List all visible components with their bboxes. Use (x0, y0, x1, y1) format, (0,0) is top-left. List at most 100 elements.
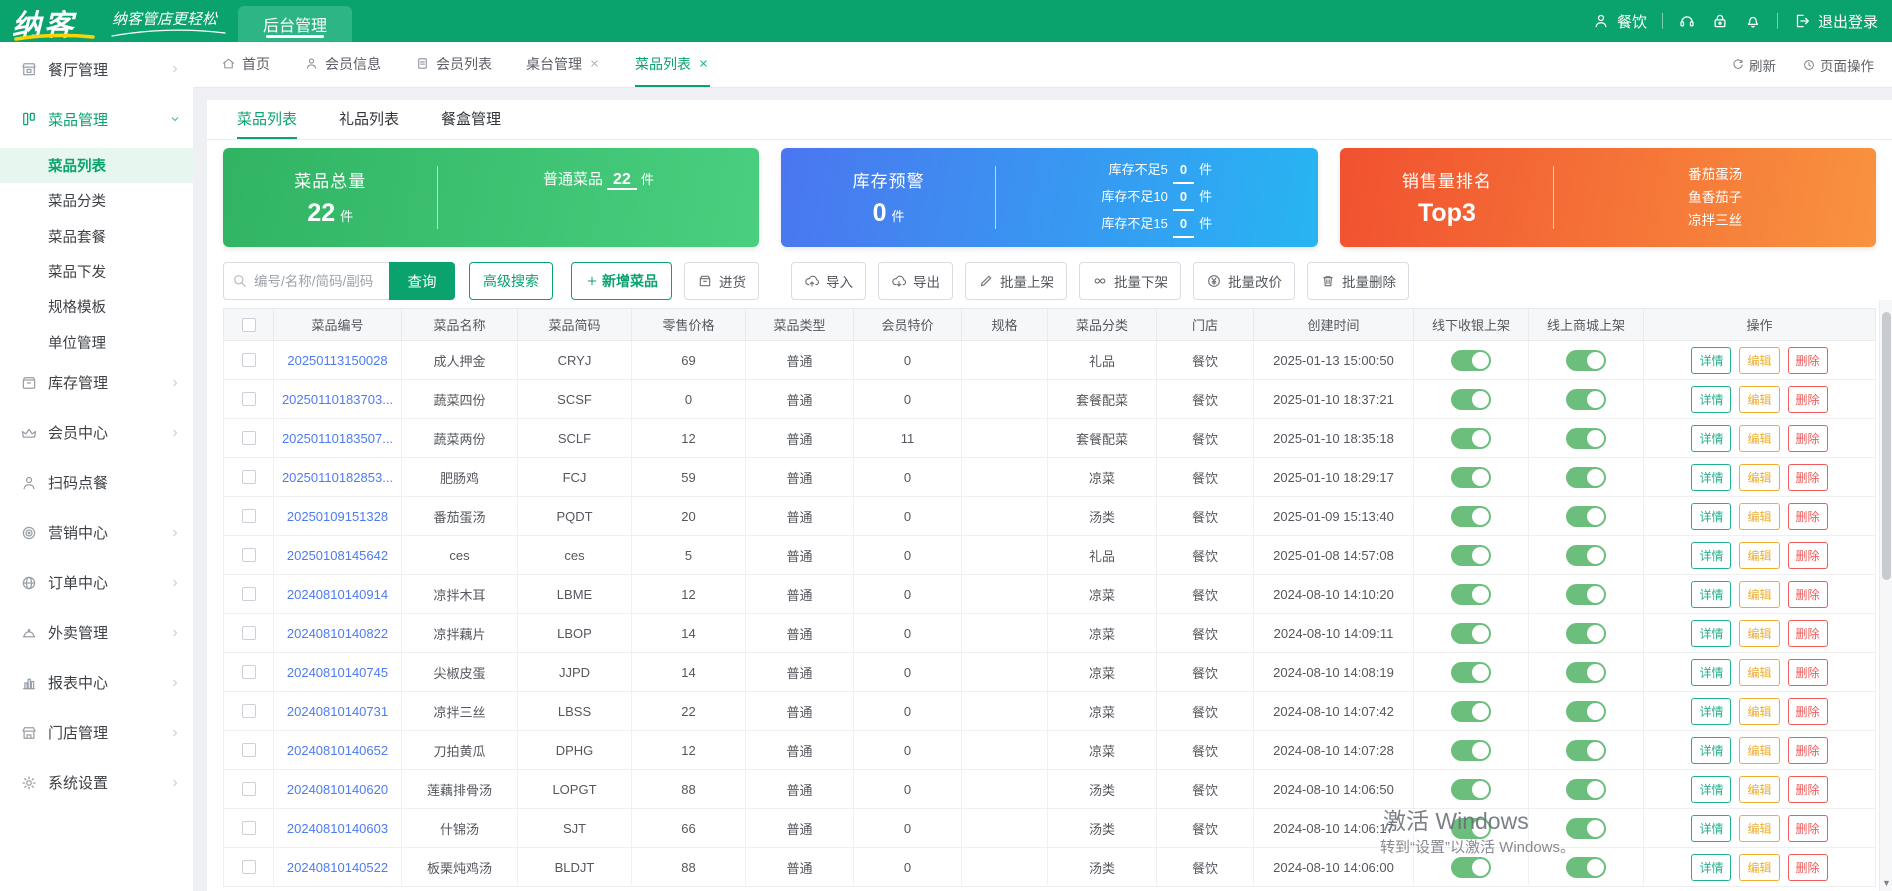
delete-button[interactable]: 删除 (1787, 385, 1828, 413)
pos-toggle[interactable] (1451, 388, 1491, 410)
delete-button[interactable]: 删除 (1787, 736, 1828, 764)
delete-button[interactable]: 删除 (1787, 853, 1828, 881)
edit-button[interactable]: 编辑 (1739, 658, 1780, 686)
breadcrumb-item-菜品列表[interactable]: 菜品列表 (635, 42, 710, 87)
mall-toggle[interactable] (1566, 856, 1606, 878)
sidebar-subitem-规格模板[interactable]: 规格模板 (0, 289, 193, 324)
row-checkbox[interactable] (241, 665, 256, 679)
dish-id-link[interactable]: 20240810140745 (287, 665, 388, 680)
mall-toggle[interactable] (1566, 661, 1606, 683)
row-checkbox[interactable] (241, 860, 256, 874)
edit-button[interactable]: 编辑 (1739, 346, 1780, 374)
mall-toggle[interactable] (1566, 505, 1606, 527)
detail-button[interactable]: 详情 (1691, 502, 1732, 530)
sidebar-subitem-菜品套餐[interactable]: 菜品套餐 (0, 219, 193, 254)
pos-toggle[interactable] (1451, 739, 1491, 761)
row-checkbox[interactable] (241, 392, 256, 406)
dish-id-link[interactable]: 20250108145642 (287, 548, 388, 563)
nav-tab-backend[interactable]: 后台管理 (238, 6, 353, 42)
pos-toggle[interactable] (1451, 349, 1491, 371)
sidebar-item-营销中心[interactable]: 营销中心 (0, 514, 193, 552)
edit-button[interactable]: 编辑 (1739, 580, 1780, 608)
scrollbar-thumb[interactable] (1882, 312, 1891, 580)
delete-button[interactable]: 删除 (1787, 619, 1828, 647)
sidebar-subitem-菜品列表[interactable]: 菜品列表 (0, 148, 193, 184)
dish-id-link[interactable]: 20240810140603 (287, 821, 388, 836)
pos-toggle[interactable] (1451, 700, 1491, 722)
edit-button[interactable]: 编辑 (1739, 697, 1780, 725)
dish-id-link[interactable]: 20240810140620 (287, 782, 388, 797)
row-checkbox[interactable] (241, 743, 256, 757)
pos-toggle[interactable] (1451, 778, 1491, 800)
pos-toggle[interactable] (1451, 817, 1491, 839)
dish-id-link[interactable]: 20250110183507... (282, 431, 393, 446)
mall-toggle[interactable] (1566, 388, 1606, 410)
edit-button[interactable]: 编辑 (1739, 814, 1780, 842)
sidebar-item-菜品管理[interactable]: 菜品管理 (0, 100, 193, 138)
delete-button[interactable]: 删除 (1787, 424, 1828, 452)
row-checkbox[interactable] (241, 626, 256, 640)
page-ops-button[interactable]: 页面操作 (1802, 55, 1874, 75)
sidebar-subitem-菜品分类[interactable]: 菜品分类 (0, 183, 193, 218)
批量改价-button[interactable]: 批量改价 (1193, 262, 1295, 300)
breadcrumb-item-桌台管理[interactable]: 桌台管理 (526, 42, 601, 87)
dish-id-link[interactable]: 20240810140522 (287, 860, 388, 875)
dish-id-link[interactable]: 20250110183703... (282, 392, 393, 407)
breadcrumb-item-首页[interactable]: 首页 (221, 42, 270, 87)
stock-line-value[interactable]: 0 (1172, 184, 1195, 211)
detail-button[interactable]: 详情 (1691, 697, 1732, 725)
pos-toggle[interactable] (1451, 427, 1491, 449)
edit-button[interactable]: 编辑 (1739, 619, 1780, 647)
mall-toggle[interactable] (1566, 817, 1606, 839)
row-checkbox[interactable] (241, 548, 256, 562)
stock-line-value[interactable]: 0 (1172, 211, 1195, 238)
批量下架-button[interactable]: 批量下架 (1079, 262, 1181, 300)
dish-id-link[interactable]: 20240810140652 (287, 743, 388, 758)
edit-button[interactable]: 编辑 (1739, 424, 1780, 452)
delete-button[interactable]: 删除 (1787, 541, 1828, 569)
mall-toggle[interactable] (1566, 700, 1606, 722)
pos-toggle[interactable] (1451, 583, 1491, 605)
导入-button[interactable]: 导入 (791, 262, 866, 300)
row-checkbox[interactable] (241, 470, 256, 484)
edit-button[interactable]: 编辑 (1739, 463, 1780, 491)
pos-toggle[interactable] (1451, 544, 1491, 566)
delete-button[interactable]: 删除 (1787, 346, 1828, 374)
delete-button[interactable]: 删除 (1787, 814, 1828, 842)
edit-button[interactable]: 编辑 (1739, 385, 1780, 413)
edit-button[interactable]: 编辑 (1739, 775, 1780, 803)
sidebar-item-餐厅管理[interactable]: 餐厅管理 (0, 50, 193, 88)
breadcrumb-item-会员列表[interactable]: 会员列表 (415, 42, 492, 87)
delete-button[interactable]: 删除 (1787, 502, 1828, 530)
tab-礼品列表[interactable]: 礼品列表 (339, 100, 399, 139)
tab-餐盒管理[interactable]: 餐盒管理 (441, 100, 501, 139)
mall-toggle[interactable] (1566, 427, 1606, 449)
tab-菜品列表[interactable]: 菜品列表 (237, 100, 298, 139)
detail-button[interactable]: 详情 (1691, 346, 1732, 374)
mall-toggle[interactable] (1566, 466, 1606, 488)
detail-button[interactable]: 详情 (1691, 853, 1732, 881)
sidebar-item-订单中心[interactable]: 订单中心 (0, 564, 193, 602)
edit-button[interactable]: 编辑 (1739, 502, 1780, 530)
row-checkbox[interactable] (241, 782, 256, 796)
support-icon[interactable] (1678, 12, 1696, 30)
detail-button[interactable]: 详情 (1691, 619, 1732, 647)
row-checkbox[interactable] (241, 704, 256, 718)
normal-dish-count[interactable]: 22 (607, 171, 637, 190)
vertical-scrollbar[interactable]: ▼ (1879, 300, 1892, 891)
delete-button[interactable]: 删除 (1787, 697, 1828, 725)
sidebar-item-报表中心[interactable]: 报表中心 (0, 664, 193, 702)
pos-toggle[interactable] (1451, 466, 1491, 488)
dish-id-link[interactable]: 20240810140914 (287, 587, 388, 602)
row-checkbox[interactable] (241, 587, 256, 601)
breadcrumb-item-会员信息[interactable]: 会员信息 (304, 42, 381, 87)
detail-button[interactable]: 详情 (1691, 424, 1732, 452)
scrollbar-down-arrow[interactable]: ▼ (1880, 878, 1892, 888)
dish-id-link[interactable]: 20250110182853... (282, 470, 393, 485)
delete-button[interactable]: 删除 (1787, 463, 1828, 491)
select-all-checkbox[interactable] (241, 317, 256, 332)
delete-button[interactable]: 删除 (1787, 658, 1828, 686)
detail-button[interactable]: 详情 (1691, 541, 1732, 569)
dish-id-link[interactable]: 20250113150028 (287, 353, 387, 368)
detail-button[interactable]: 详情 (1691, 814, 1732, 842)
